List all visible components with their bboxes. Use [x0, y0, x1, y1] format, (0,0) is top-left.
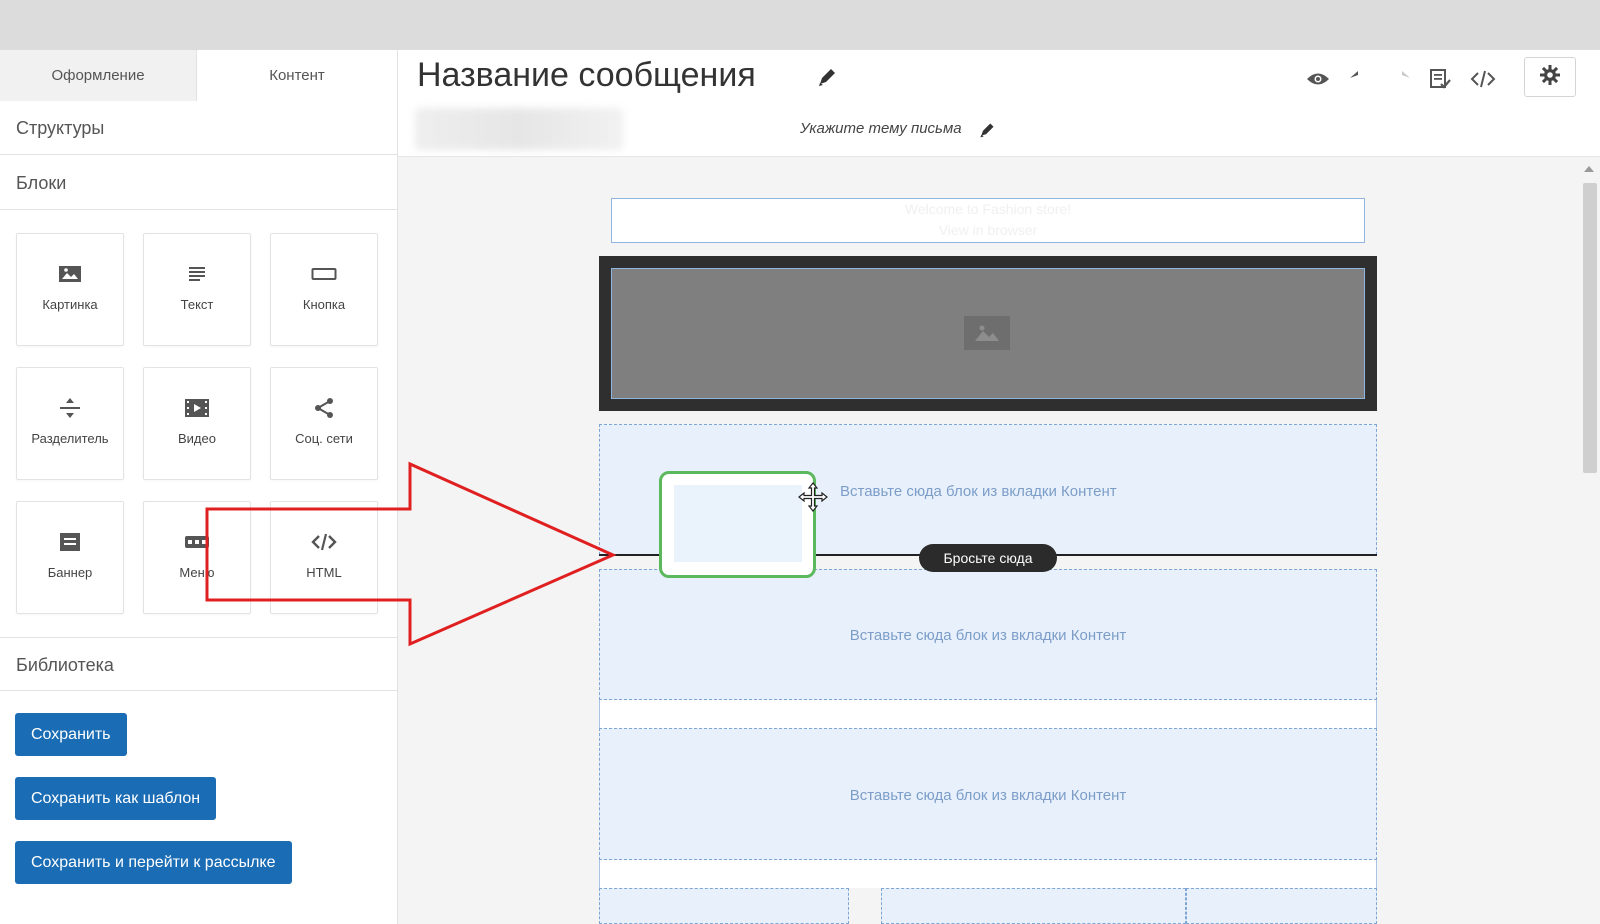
drop-zone-hint: Вставьте сюда блок из вкладки Контент: [849, 787, 1127, 804]
block-button[interactable]: Кнопка: [270, 233, 378, 346]
spacer-row: [599, 860, 1377, 888]
code-icon[interactable]: [1470, 66, 1496, 92]
panel-tabs: Оформление Контент: [0, 50, 397, 101]
sender-field-blurred[interactable]: [415, 108, 623, 150]
drop-zone-column[interactable]: [1186, 888, 1377, 924]
scrollbar-thumb[interactable]: [1583, 183, 1597, 473]
image-placeholder-icon: [964, 316, 1010, 350]
checklist-icon[interactable]: [1427, 66, 1453, 92]
settings-button[interactable]: [1524, 57, 1576, 97]
save-and-go-to-mailing-button[interactable]: Сохранить и перейти к рассылке: [15, 841, 292, 884]
drag-ghost-content: [674, 485, 802, 562]
undo-icon[interactable]: [1347, 66, 1373, 92]
block-label: Баннер: [47, 565, 93, 580]
eye-icon[interactable]: [1305, 66, 1331, 92]
tab-content[interactable]: Контент: [197, 50, 397, 101]
redo-icon[interactable]: [1387, 66, 1413, 92]
share-icon: [271, 396, 377, 420]
left-panel: Оформление Контент Структуры Блоки Карти…: [0, 50, 398, 924]
drop-here-badge: Бросьте сюда: [919, 544, 1057, 572]
banner-icon: [17, 530, 123, 554]
block-menu[interactable]: Меню: [143, 501, 251, 614]
edit-title-pencil-icon[interactable]: [816, 66, 838, 93]
block-label: Разделитель: [31, 431, 109, 446]
block-video[interactable]: Видео: [143, 367, 251, 480]
edit-subject-pencil-icon[interactable]: [978, 121, 996, 144]
preheader-title: Welcome to Fashion store!: [904, 201, 1072, 217]
block-image[interactable]: Картинка: [16, 233, 124, 346]
block-social[interactable]: Соц. сети: [270, 367, 378, 480]
block-banner[interactable]: Баннер: [16, 501, 124, 614]
block-label: Кнопка: [302, 297, 346, 312]
image-icon: [17, 262, 123, 286]
block-label: Соц. сети: [295, 431, 353, 446]
section-library[interactable]: Библиотека: [0, 637, 397, 691]
move-cursor-icon: [798, 482, 828, 517]
gear-icon: [1539, 64, 1561, 91]
view-in-browser-link[interactable]: View in browser: [612, 220, 1364, 241]
divider-icon: [17, 396, 123, 420]
drop-zone-hint: Вставьте сюда блок из вкладки Контент: [849, 627, 1127, 644]
tab-design[interactable]: Оформление: [0, 50, 197, 101]
block-label: HTML: [306, 565, 342, 580]
section-structures[interactable]: Структуры: [0, 101, 397, 155]
preheader-block[interactable]: Welcome to Fashion store! View in browse…: [611, 198, 1365, 243]
drop-zone-hint: Вставьте сюда блок из вкладки Контент: [840, 483, 1117, 500]
scroll-up-arrow-icon[interactable]: [1584, 166, 1594, 172]
button-icon: [271, 262, 377, 286]
save-as-template-button[interactable]: Сохранить как шаблон: [15, 777, 217, 820]
browser-top-bar: [0, 0, 1600, 50]
block-html[interactable]: HTML: [270, 501, 378, 614]
spacer-row: [599, 700, 1377, 728]
drop-zone-row[interactable]: Вставьте сюда блок из вкладки Контент: [599, 569, 1377, 700]
page-title: Название сообщения: [417, 56, 756, 94]
save-button[interactable]: Сохранить: [15, 713, 127, 756]
block-divider[interactable]: Разделитель: [16, 367, 124, 480]
drop-zone-row[interactable]: Вставьте сюда блок из вкладки Контент: [599, 728, 1377, 860]
text-icon: [144, 262, 250, 286]
block-label: Картинка: [42, 297, 98, 312]
section-blocks[interactable]: Блоки: [0, 156, 397, 210]
block-label: Видео: [178, 431, 216, 446]
block-label: Текст: [180, 297, 214, 312]
subject-placeholder[interactable]: Укажите тему письма: [800, 120, 962, 137]
video-icon: [144, 396, 250, 420]
block-label: Меню: [179, 565, 215, 580]
block-text[interactable]: Текст: [143, 233, 251, 346]
code-icon: [271, 530, 377, 554]
drop-zone-column[interactable]: [881, 888, 1186, 924]
menu-icon: [144, 530, 250, 554]
drop-zone-column[interactable]: [599, 888, 849, 924]
